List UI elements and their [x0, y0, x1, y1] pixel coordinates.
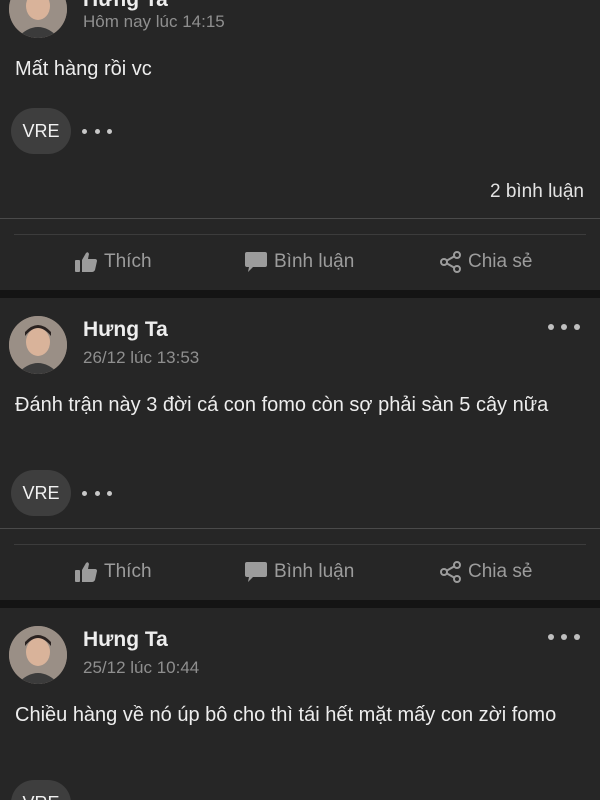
speech-bubble-icon	[245, 562, 267, 582]
share-icon	[440, 251, 461, 273]
avatar[interactable]	[9, 626, 67, 684]
share-icon	[440, 561, 461, 583]
divider	[14, 544, 586, 545]
author-name[interactable]: Hưng Ta	[83, 318, 168, 342]
post-card: Hưng Ta 25/12 lúc 10:44 Chiều hàng về nó…	[0, 608, 600, 800]
like-button[interactable]: Thích	[74, 552, 152, 592]
comment-button[interactable]: Bình luận	[244, 242, 354, 282]
comment-count[interactable]: 2 bình luận	[490, 181, 584, 203]
divider	[0, 528, 600, 529]
comment-label: Bình luận	[274, 251, 355, 272]
tag-more-icon[interactable]	[82, 489, 112, 497]
post-content: Mất hàng rồi vc	[15, 58, 152, 80]
comment-label: Bình luận	[274, 561, 355, 582]
avatar[interactable]	[9, 0, 67, 38]
post-timestamp[interactable]: 26/12 lúc 13:53	[83, 348, 199, 368]
more-options-icon[interactable]	[548, 322, 580, 332]
like-button[interactable]: Thích	[74, 242, 152, 282]
more-options-icon[interactable]	[548, 632, 580, 642]
stock-tag[interactable]: VRE	[11, 470, 71, 516]
author-name[interactable]: Hưng Ta	[83, 0, 168, 12]
comment-button[interactable]: Bình luận	[244, 552, 354, 592]
share-label: Chia sẻ	[468, 251, 533, 272]
author-name[interactable]: Hưng Ta	[83, 628, 168, 652]
post-actions: Thích Bình luận Chia sẻ	[0, 242, 600, 282]
divider	[0, 218, 600, 219]
post-timestamp[interactable]: Hôm nay lúc 14:15	[83, 12, 225, 32]
tag-more-icon[interactable]	[82, 127, 112, 135]
thumbs-up-icon	[75, 562, 97, 582]
post-card: Hưng Ta Hôm nay lúc 14:15 Mất hàng rồi v…	[0, 0, 600, 290]
post-feed: Hưng Ta Hôm nay lúc 14:15 Mất hàng rồi v…	[0, 0, 600, 800]
post-content: Đánh trận này 3 đời cá con fomo còn sợ p…	[15, 394, 549, 416]
like-label: Thích	[104, 251, 152, 272]
stock-tag[interactable]: VRE	[11, 108, 71, 154]
share-label: Chia sẻ	[468, 561, 533, 582]
post-actions: Thích Bình luận Chia sẻ	[0, 552, 600, 592]
share-button[interactable]: Chia sẻ	[440, 242, 532, 282]
post-timestamp[interactable]: 25/12 lúc 10:44	[83, 658, 199, 678]
share-button[interactable]: Chia sẻ	[440, 552, 532, 592]
post-content: Chiều hàng về nó úp bô cho thì tái hết m…	[15, 704, 557, 726]
thumbs-up-icon	[75, 252, 97, 272]
speech-bubble-icon	[245, 252, 267, 272]
post-card: Hưng Ta 26/12 lúc 13:53 Đánh trận này 3 …	[0, 298, 600, 600]
stock-tag[interactable]: VRE	[11, 780, 71, 800]
like-label: Thích	[104, 561, 152, 582]
avatar[interactable]	[9, 316, 67, 374]
divider	[14, 234, 586, 235]
